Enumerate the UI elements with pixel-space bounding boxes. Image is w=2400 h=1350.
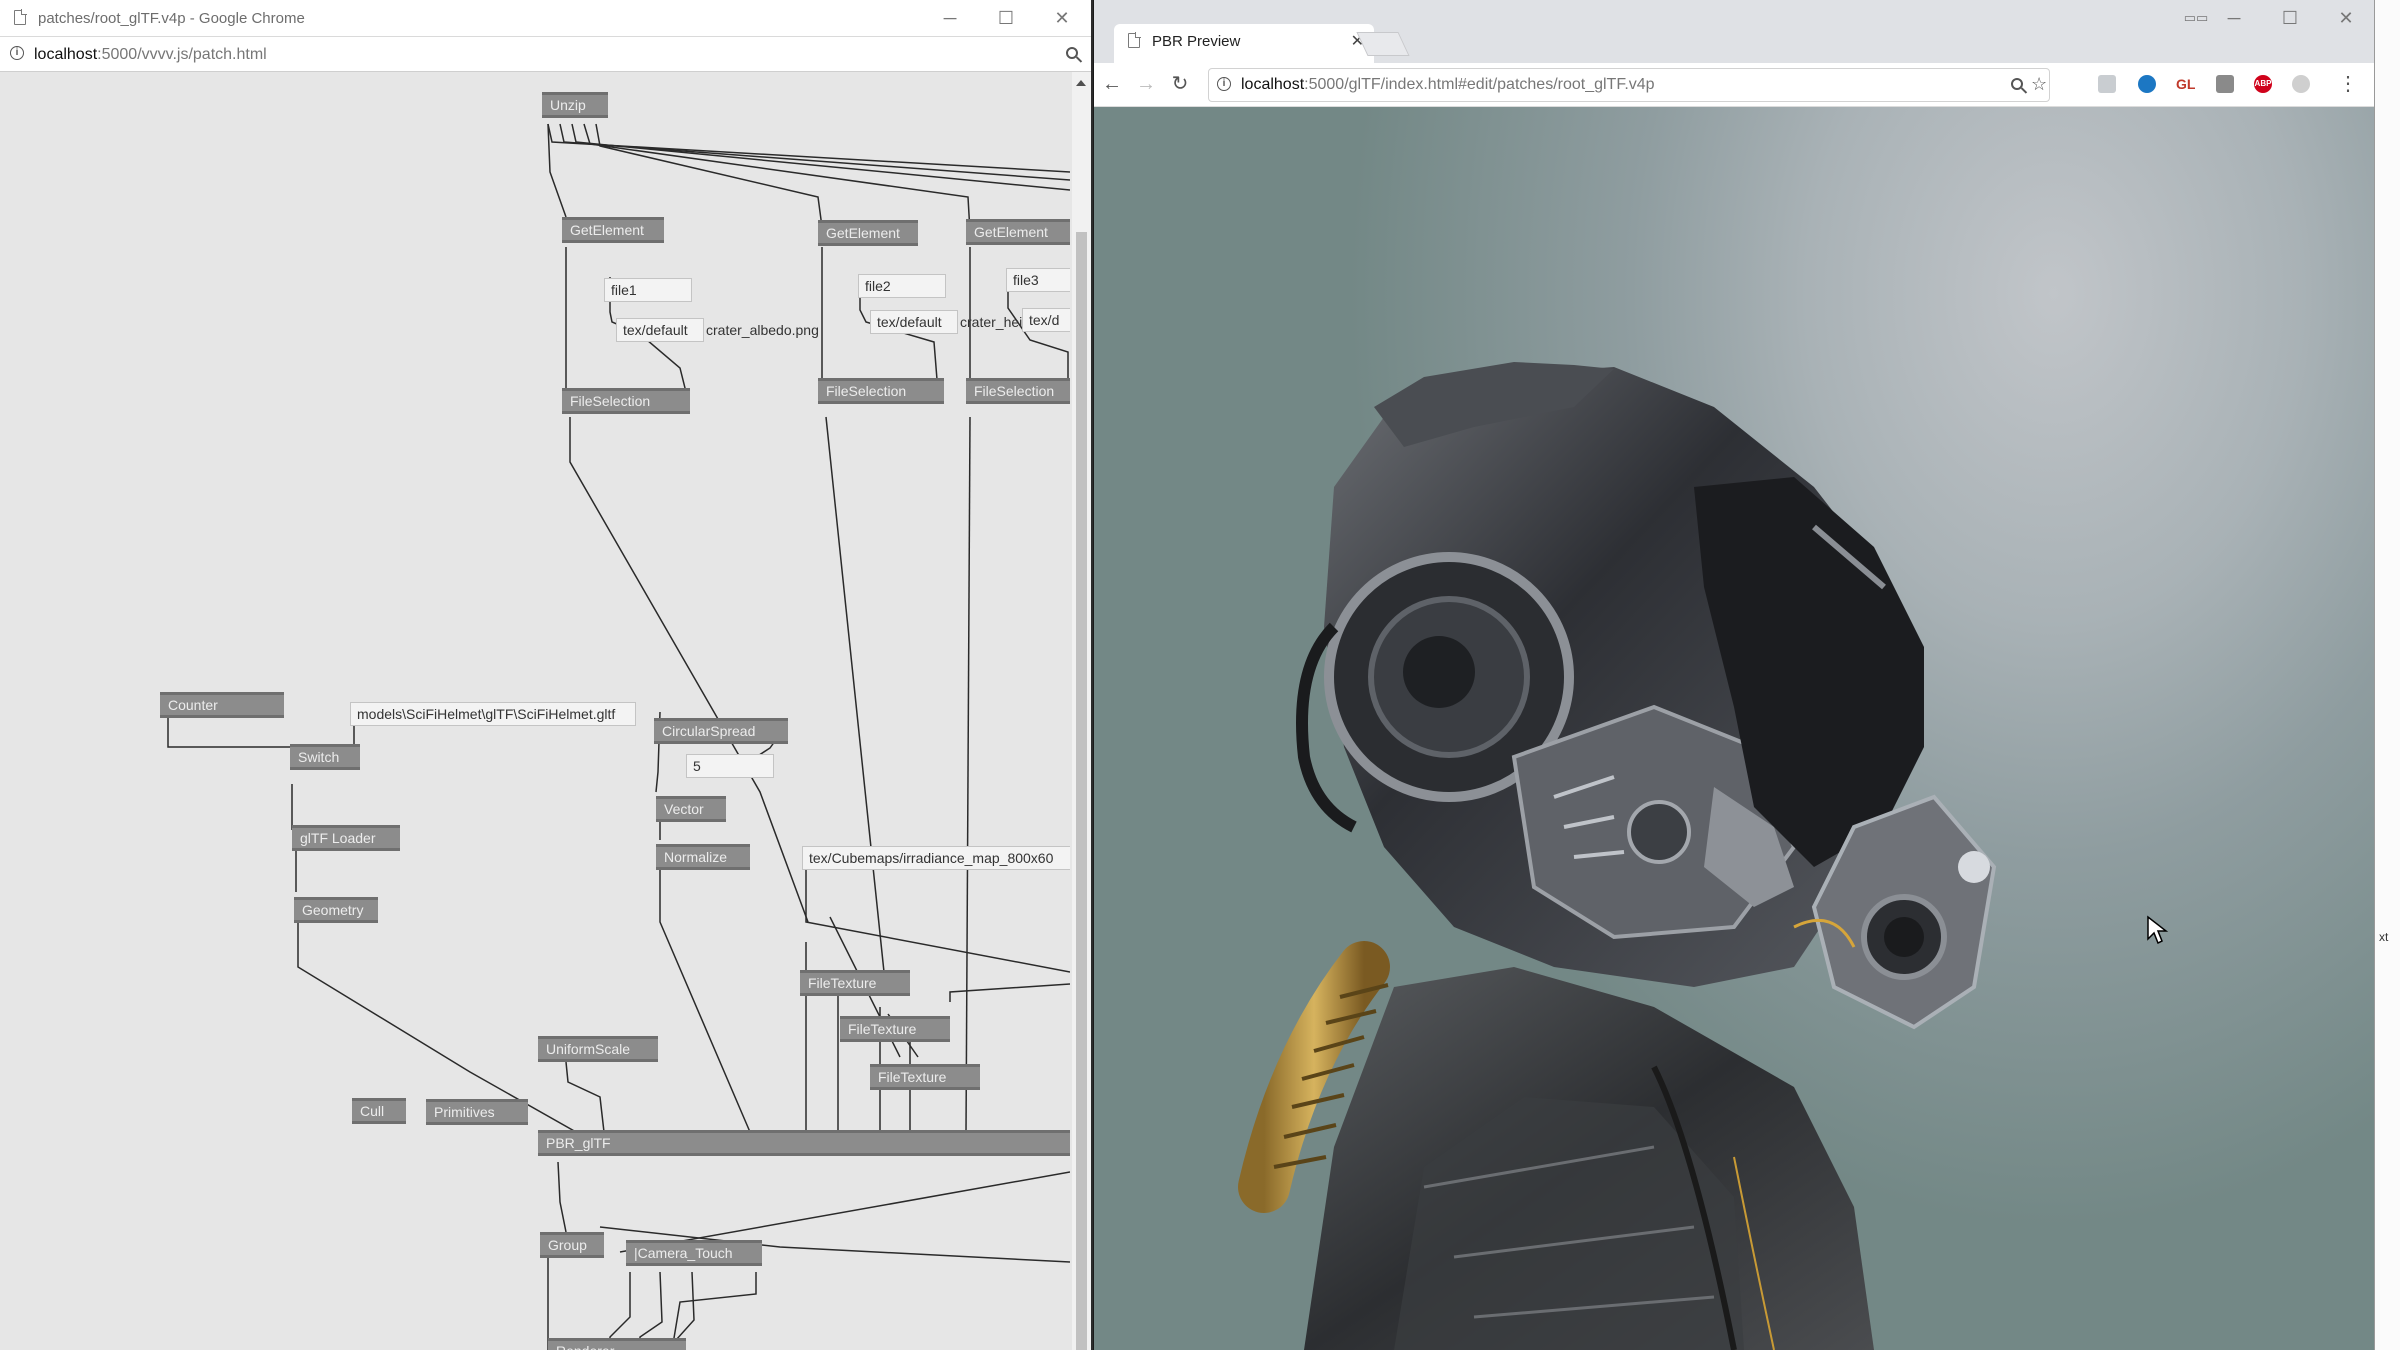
link [805,852,1070,973]
mouse-cursor-icon [2147,915,2169,945]
circle-extension-icon[interactable] [2292,75,2310,93]
node-cull[interactable]: Cull [352,1098,406,1124]
scifi-helmet-render [1238,362,1997,1350]
crater-height-label: crater_hei [960,314,1023,330]
right-url[interactable]: localhost:5000/glTF/index.html#edit/patc… [1241,69,1655,101]
link [1007,277,1069,392]
page-icon [1128,32,1141,48]
minimize-button[interactable]: ─ [2206,0,2262,36]
left-title-bar[interactable]: patches/root_glTF.v4p - Google Chrome ─ … [0,0,1091,37]
close-button[interactable]: ✕ [1034,0,1090,36]
gl-extension-icon[interactable]: GL [2176,75,2195,93]
tab-pbr-preview[interactable]: PBR Preview ✕ [1114,24,1374,64]
iobox-cubemap-path[interactable]: tex/Cubemaps/irradiance_map_800x60 [802,846,1070,870]
bookmark-star-icon[interactable]: ☆ [2031,69,2047,99]
node-fileselection[interactable]: FileSelection [562,388,690,414]
node-circularspread[interactable]: CircularSpread [654,718,788,744]
left-address-bar[interactable]: i localhost:5000/vvvv.js/patch.html [0,37,1091,72]
node-renderer[interactable]: Renderer [548,1338,686,1350]
maximize-button[interactable]: ☐ [2262,0,2318,36]
left-window-title: patches/root_glTF.v4p - Google Chrome [38,10,305,27]
forward-button[interactable]: → [1130,63,1162,105]
patch-canvas[interactable]: Unzip GetElement GetElement GetElement f… [0,72,1070,1350]
link [559,123,1070,181]
zoom-icon[interactable] [1066,47,1078,59]
link [583,123,971,233]
webgl-viewport[interactable] [1094,107,2374,1350]
browser-toolbar: ← → ↻ i localhost:5000/glTF/index.html#e… [1094,63,2374,107]
node-normalize[interactable]: Normalize [656,844,750,870]
left-url[interactable]: localhost:5000/vvvv.js/patch.html [34,37,267,73]
node-group[interactable]: Group [540,1232,604,1258]
maximize-button[interactable]: ☐ [978,0,1034,36]
iobox-tex-default[interactable]: tex/default [616,318,704,342]
node-pbr-gltf[interactable]: PBR_glTF [538,1130,1070,1156]
node-filetexture[interactable]: FileTexture [870,1064,980,1090]
node-getelement[interactable]: GetElement [818,220,918,246]
scroll-up-arrow-icon[interactable] [1076,80,1086,86]
link [565,1061,605,1133]
back-button[interactable]: ← [1096,63,1128,105]
crater-albedo-label: crater_albedo.png [706,322,819,338]
info-icon[interactable]: i [1217,77,1231,91]
scrollbar-thumb[interactable] [1076,232,1087,1350]
node-gltf-loader[interactable]: glTF Loader [292,825,400,851]
node-filetexture[interactable]: FileTexture [800,970,910,996]
link [167,712,293,760]
node-camera-touch[interactable]: |Camera_Touch [626,1240,762,1266]
patch-scrollbar[interactable] [1072,72,1091,1350]
chat-icon[interactable] [2216,75,2234,93]
iobox-file1[interactable]: file1 [604,278,692,302]
link [659,867,751,1133]
menu-icon[interactable]: ⋮ [2332,63,2364,105]
shield-icon[interactable] [2098,75,2116,93]
node-fileselection[interactable]: FileSelection [966,378,1070,404]
link [557,1161,567,1233]
node-geometry[interactable]: Geometry [294,897,378,923]
close-button[interactable]: ✕ [2318,0,2374,36]
patch-editor-window: patches/root_glTF.v4p - Google Chrome ─ … [0,0,1093,1350]
address-bar[interactable]: i localhost:5000/glTF/index.html#edit/pa… [1208,68,2050,102]
info-icon[interactable]: i [10,46,24,60]
node-uniformscale[interactable]: UniformScale [538,1036,658,1062]
link [825,416,885,973]
link [595,123,823,228]
iobox-file3[interactable]: file3 [1006,268,1070,292]
link [965,416,971,1133]
eye-icon[interactable] [2138,75,2156,93]
zoom-icon[interactable] [2011,78,2023,90]
node-primitives[interactable]: Primitives [426,1099,528,1125]
node-switch[interactable]: Switch [290,744,360,770]
link [949,983,1070,1002]
node-counter[interactable]: Counter [160,692,284,718]
edge-text: xt [2379,930,2389,944]
iobox-models-path[interactable]: models\SciFiHelmet\glTF\SciFiHelmet.gltf [350,702,636,726]
node-getelement[interactable]: GetElement [966,219,1070,245]
iobox-spread-count[interactable]: 5 [686,754,774,778]
minimize-button[interactable]: ─ [922,0,978,36]
pbr-preview-window: PBR Preview ✕ ▭▭ ─ ☐ ✕ ← → ↻ i localhost… [1094,0,2374,1350]
background-window-edge: xt [2374,0,2400,1350]
iobox-tex-d[interactable]: tex/d [1022,308,1070,332]
node-filetexture[interactable]: FileTexture [840,1016,950,1042]
node-vector[interactable]: Vector [656,796,726,822]
node-getelement[interactable]: GetElement [562,217,664,243]
iobox-file2[interactable]: file2 [858,274,946,298]
node-unzip[interactable]: Unzip [542,92,608,118]
tab-title: PBR Preview [1152,33,1241,50]
reload-button[interactable]: ↻ [1164,63,1196,105]
iobox-tex-default[interactable]: tex/default [870,310,958,334]
page-icon [14,9,27,25]
adblock-icon[interactable]: ABP [2254,75,2272,93]
node-fileselection[interactable]: FileSelection [818,378,944,404]
